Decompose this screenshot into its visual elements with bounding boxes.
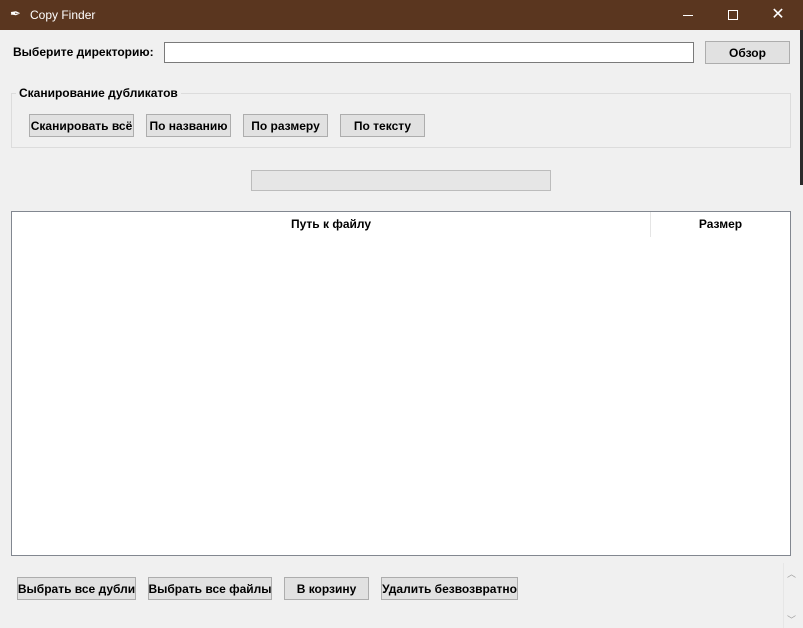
directory-label: Выберите директорию:: [13, 45, 154, 59]
column-header-size[interactable]: Размер: [651, 212, 790, 237]
scan-by-name-button[interactable]: По названию: [146, 114, 231, 137]
maximize-button[interactable]: [710, 0, 756, 30]
scan-by-size-button[interactable]: По размеру: [243, 114, 328, 137]
scan-by-text-button[interactable]: По тексту: [340, 114, 425, 137]
browse-button[interactable]: Обзор: [705, 41, 790, 64]
delete-permanently-button[interactable]: Удалить безвозвратно: [381, 577, 518, 600]
minimize-button[interactable]: [665, 0, 711, 30]
feather-icon: ✒: [10, 6, 21, 21]
title-bar[interactable]: ✒ Copy Finder ✕: [0, 0, 803, 30]
close-icon: ✕: [771, 6, 785, 23]
results-table[interactable]: Путь к файлу Размер: [11, 211, 791, 556]
scan-group-legend: Сканирование дубликатов: [16, 86, 181, 100]
minimize-icon: [683, 14, 693, 16]
scroll-down-icon[interactable]: ﹀: [787, 613, 796, 626]
directory-input[interactable]: [164, 42, 694, 63]
window-title: Copy Finder: [30, 8, 96, 22]
vertical-scrollbar[interactable]: ︿ ﹀: [783, 563, 800, 628]
scroll-up-icon[interactable]: ︿: [787, 567, 796, 580]
move-to-trash-button[interactable]: В корзину: [284, 577, 369, 600]
close-button[interactable]: ✕: [755, 0, 801, 30]
scan-all-button[interactable]: Сканировать всё: [29, 114, 134, 137]
app-window: ✒ Copy Finder ✕ Выберите директорию: Обз…: [0, 0, 803, 628]
column-header-path[interactable]: Путь к файлу: [12, 212, 651, 237]
select-duplicates-button[interactable]: Выбрать все дубли: [17, 577, 136, 600]
scan-progress-bar: [251, 170, 551, 191]
select-all-files-button[interactable]: Выбрать все файлы: [148, 577, 272, 600]
maximize-icon: [728, 10, 738, 20]
